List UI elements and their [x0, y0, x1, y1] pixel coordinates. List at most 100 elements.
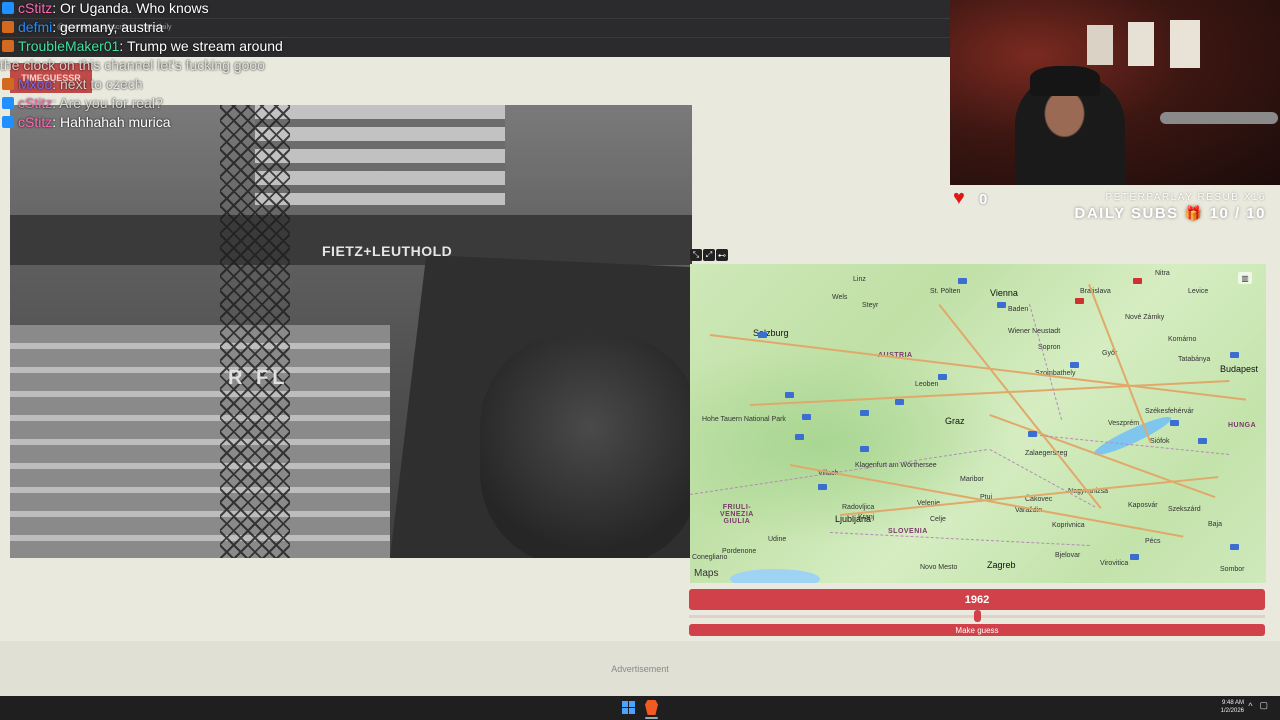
chat-text: : Or Uganda. Who knows: [52, 0, 209, 16]
chat-text: : Trump we stream around: [119, 37, 283, 54]
map-city-label: Zagreb: [987, 560, 1016, 570]
map-city-label: Wiener Neustadt: [1008, 328, 1061, 335]
daily-subs: DAILY SUBS 🎁 10 / 10: [1074, 205, 1266, 222]
expand-icon[interactable]: ⤡: [690, 249, 702, 261]
chat-message: the clock on this channel let's fucking …: [0, 55, 265, 74]
map-country-label: FRIULI- VENEZIA GIULIA: [720, 504, 754, 525]
year-display: 1962: [689, 589, 1265, 610]
chat-message: cStitz: Are you for real?: [0, 93, 163, 112]
highway-marker: [1075, 298, 1084, 304]
ad-label: Advertisement: [611, 664, 669, 674]
highway-marker: [802, 414, 811, 420]
map-city-label: Nitra: [1155, 270, 1170, 277]
highway-marker: [1198, 438, 1207, 444]
chat-username[interactable]: TroubleMaker01: [18, 38, 119, 54]
chat-message: cStitz: Hahhahah murica: [0, 112, 171, 131]
badge-icon: [2, 39, 14, 52]
map-city-label: Vienna: [990, 288, 1018, 298]
system-tray: ^ ▢: [1248, 700, 1268, 711]
map-city-label: St. Pölten: [930, 288, 961, 295]
ad-area: Advertisement: [0, 641, 1280, 696]
notification-icon[interactable]: ▢: [1259, 700, 1268, 711]
map-city-label: Steyr: [862, 302, 879, 309]
daily-subs-label: DAILY SUBS: [1074, 205, 1179, 222]
daily-subs-value: 10 / 10: [1209, 205, 1266, 222]
taskbar: 9:48 AM 1/2/2026 ^ ▢: [0, 696, 1280, 720]
lake-balaton: [1091, 411, 1174, 461]
map-city-label: Sombor: [1220, 566, 1245, 573]
guess-map[interactable]: ▥ Maps Linz Vienna Bratislava Nitra Levice We…: [690, 264, 1266, 583]
highway-marker: [1133, 278, 1142, 284]
gift-icon: 🎁: [1184, 205, 1204, 221]
brave-browser-icon[interactable]: [645, 700, 658, 715]
highway-marker: [795, 434, 804, 440]
map-city-label: Veszprém: [1108, 420, 1140, 427]
chat-text: : Are you for real?: [52, 94, 163, 111]
map-city-label: Leoben: [915, 381, 939, 388]
highway-marker: [895, 399, 904, 405]
highway-marker: [1230, 544, 1239, 550]
highway-marker: [1170, 420, 1179, 426]
map-city-label: Celje: [930, 516, 946, 523]
highway-marker: [1070, 362, 1079, 368]
badge-icon: [2, 77, 14, 90]
chat-username[interactable]: cStitz: [18, 114, 52, 130]
map-city-label: Maribor: [960, 476, 984, 483]
map-city-label: Baden: [1008, 306, 1029, 313]
badge-icon: [2, 1, 14, 14]
make-guess-button[interactable]: Make guess: [689, 624, 1265, 636]
chat-username[interactable]: Mxoo: [18, 76, 52, 92]
pin-icon[interactable]: ⊷: [716, 249, 728, 261]
heart-count: 0: [979, 191, 988, 208]
highway-marker: [997, 302, 1006, 308]
chat-username[interactable]: defmi: [18, 19, 52, 35]
map-country-label: SLOVENIA: [888, 528, 928, 535]
map-city-label: Székesfehérvár: [1145, 408, 1194, 415]
map-city-label: Graz: [945, 416, 965, 426]
adriatic-sea: [730, 569, 820, 583]
highway-marker: [938, 374, 947, 380]
map-city-label: Wels: [832, 294, 848, 301]
windows-start-icon[interactable]: [622, 701, 635, 714]
chat-message: Mxoo: next to czech: [0, 74, 143, 93]
chat-text: : next to czech: [52, 75, 143, 92]
maps-brand: Maps: [694, 568, 719, 579]
chat-username[interactable]: cStitz: [18, 95, 52, 111]
map-city-label: Hohe Tauern National Park: [702, 416, 786, 423]
chat-message: defmi: germany, austria: [0, 17, 163, 36]
highway-marker: [1130, 554, 1139, 560]
chat-text: : Hahhahah murica: [52, 113, 171, 130]
highway-marker: [1028, 431, 1037, 437]
map-city-label: Čakovec: [1025, 496, 1053, 503]
badge-icon: [2, 96, 14, 109]
year-slider-thumb[interactable]: [974, 610, 981, 622]
highway-marker: [818, 484, 827, 490]
map-city-label: Novo Mesto: [920, 564, 958, 571]
highway-marker: [860, 410, 869, 416]
chevron-up-icon[interactable]: ^: [1248, 701, 1252, 711]
map-city-label: Virovitica: [1100, 560, 1129, 567]
map-city-label: Pécs: [1145, 538, 1161, 545]
chat-username[interactable]: cStitz: [18, 0, 52, 16]
map-country-label: HUNGA: [1228, 422, 1257, 429]
historical-photo[interactable]: FIETZ+LEUTHOLD R FL: [10, 105, 692, 558]
shrink-icon[interactable]: ⤢: [703, 249, 715, 261]
map-city-label: Baja: [1208, 521, 1223, 528]
highway-marker: [860, 446, 869, 452]
map-city-label: Radovljica: [842, 504, 875, 511]
highway-marker: [958, 278, 967, 284]
map-toolbar: ⤡ ⤢ ⊷: [690, 249, 728, 263]
map-city-label: Koprivnica: [1052, 522, 1085, 529]
heart-icon: ♥: [953, 187, 965, 209]
badge-icon: [2, 115, 14, 128]
map-city-label: Budapest: [1220, 364, 1259, 374]
map-city-label: Kaposvár: [1128, 502, 1158, 509]
photo-sign-text: FIETZ+LEUTHOLD: [322, 243, 453, 259]
map-city-label: Linz: [853, 276, 866, 283]
map-layers-icon[interactable]: ▥: [1238, 272, 1252, 284]
badge-icon: [2, 20, 14, 33]
map-city-label: Kranj: [858, 514, 875, 521]
map-border: [1029, 304, 1063, 420]
system-clock[interactable]: 9:48 AM 1/2/2026: [1221, 699, 1244, 715]
map-city-label: Levice: [1188, 288, 1209, 295]
